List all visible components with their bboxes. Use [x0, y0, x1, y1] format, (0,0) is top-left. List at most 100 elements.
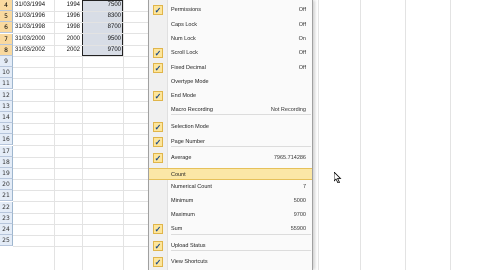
checkmark-icon: ✓ [153, 122, 163, 132]
menu-item[interactable]: ✓ View Shortcuts [149, 256, 312, 268]
checkmark-icon: ✓ [153, 257, 163, 267]
row-header[interactable]: 23 [0, 213, 13, 224]
checkmark-icon: ✓ [153, 63, 163, 73]
value-cell[interactable]: 9700 [84, 45, 121, 56]
row-header[interactable]: 9 [0, 56, 13, 67]
year-cell[interactable]: 1998 [55, 22, 80, 33]
date-cell[interactable]: 31/03/1998 [15, 22, 45, 33]
menu-item-value: 55900 [290, 226, 306, 232]
date-cell[interactable]: 31/03/2002 [15, 45, 45, 56]
menu-item[interactable]: ✓ End Mode [149, 90, 312, 102]
menu-item-value: Off [298, 65, 306, 71]
checkmark-icon: ✓ [153, 241, 163, 251]
row-header[interactable]: 14 [0, 112, 13, 123]
row-header[interactable]: 21 [0, 190, 13, 201]
menu-item-label: Num Lock [171, 36, 196, 42]
row-header[interactable]: 18 [0, 157, 13, 168]
menu-item[interactable]: ✓ Upload Status [149, 240, 312, 252]
row-header[interactable]: 22 [0, 202, 13, 213]
date-cell[interactable]: 31/03/1994 [15, 0, 45, 11]
menu-item[interactable]: Numerical Count 7 [149, 181, 312, 193]
row-header[interactable]: 24 [0, 224, 13, 235]
row-header[interactable]: 10 [0, 67, 13, 78]
menu-item-value: 7965.714286 [273, 155, 306, 161]
menu-item[interactable]: ✓ Selection Mode [149, 121, 312, 133]
menu-item-label: Average [171, 155, 192, 161]
menu-item-label: Fixed Decimal [171, 65, 206, 71]
menu-item-label: Caps Lock [171, 22, 197, 28]
menu-item-label: Overtype Mode [171, 79, 209, 85]
menu-item-label: Maximum [171, 212, 195, 218]
menu-item-label: Sum [171, 226, 183, 232]
menu-item[interactable]: Macro Recording Not Recording [149, 104, 312, 116]
menu-item-label: Upload Status [171, 243, 206, 249]
checkmark-icon: ✓ [153, 224, 163, 234]
menu-item-value: Off [298, 22, 306, 28]
value-cell[interactable]: 9500 [84, 34, 121, 45]
row-header[interactable]: 4 [0, 0, 13, 11]
checkmark-icon: ✓ [153, 5, 163, 15]
menu-item-label: Permissions [171, 7, 201, 13]
row-header[interactable]: 25 [0, 235, 13, 246]
row-header[interactable]: 13 [0, 101, 13, 112]
menu-item[interactable]: ✓ Average 7965.714286 [149, 152, 312, 164]
row-header[interactable]: 17 [0, 146, 13, 157]
year-cell[interactable]: 1996 [55, 11, 80, 22]
row-header[interactable]: 11 [0, 78, 13, 89]
row-header[interactable]: 16 [0, 134, 13, 145]
menu-item-label: View Shortcuts [171, 259, 208, 265]
mouse-cursor-icon [334, 172, 342, 183]
status-bar-customize-menu: ✓ Permissions Off Caps Lock Off Num Lock On ✓ Sc… [148, 0, 342, 270]
menu-item-label: Selection Mode [171, 124, 209, 130]
value-cell[interactable]: 8700 [84, 22, 121, 33]
row-header[interactable]: 6 [0, 22, 13, 33]
menu-item-label: Minimum [171, 198, 194, 204]
row-header[interactable]: 12 [0, 90, 13, 101]
value-cell[interactable]: 7500 [84, 0, 121, 11]
checkmark-icon: ✓ [153, 48, 163, 58]
menu-item-value: 5000 [293, 198, 306, 204]
menu-item-value: 7 [302, 184, 306, 190]
row-header[interactable]: 15 [0, 123, 13, 134]
date-cell[interactable]: 31/03/2000 [15, 34, 45, 45]
menu-item[interactable]: Count [149, 168, 312, 180]
row-header[interactable]: 7 [0, 34, 13, 45]
menu-item[interactable]: Minimum 5000 [149, 195, 312, 207]
year-cell[interactable]: 2002 [55, 45, 80, 56]
date-cell[interactable]: 31/03/1996 [15, 11, 45, 22]
menu-item[interactable]: Caps Lock Off [149, 19, 312, 31]
row-header[interactable]: 8 [0, 45, 13, 56]
menu-item-label: Scroll Lock [171, 50, 198, 56]
row-header[interactable]: 20 [0, 179, 13, 190]
menu-item-value: Not Recording [270, 107, 306, 113]
menu-item[interactable]: ✓ Sum 55900 [149, 223, 312, 235]
column-divider [123, 0, 124, 270]
menu-item[interactable]: Num Lock On [149, 33, 312, 45]
column-divider [405, 0, 406, 270]
menu-item-value: 9700 [293, 212, 306, 218]
menu-item-value: Off [298, 7, 306, 13]
menu-item-label: Macro Recording [171, 107, 213, 113]
year-cell[interactable]: 2000 [55, 34, 80, 45]
menu-item[interactable]: Overtype Mode [149, 76, 312, 88]
menu-item[interactable]: ✓ Scroll Lock Off [149, 47, 312, 59]
checkmark-icon: ✓ [153, 137, 163, 147]
menu-item[interactable]: Maximum 9700 [149, 209, 312, 221]
menu-item-label: Numerical Count [171, 184, 212, 190]
column-divider [318, 0, 319, 270]
menu-item[interactable]: ✓ Permissions Off [149, 4, 312, 16]
menu-item[interactable]: ✓ Fixed Decimal Off [149, 62, 312, 74]
column-divider [360, 0, 361, 270]
year-cell[interactable]: 1994 [55, 0, 80, 11]
checkmark-icon: ✓ [153, 91, 163, 101]
menu-item-label: End Mode [171, 93, 197, 99]
checkmark-icon: ✓ [153, 153, 163, 163]
menu-item-label: Count [171, 172, 186, 178]
menu-item-value: On [298, 36, 306, 42]
row-header[interactable]: 5 [0, 11, 13, 22]
row-header[interactable]: 19 [0, 168, 13, 179]
menu-item-value: Off [298, 50, 306, 56]
value-cell[interactable]: 8300 [84, 11, 121, 22]
column-divider [450, 0, 451, 270]
menu-item[interactable]: ✓ Page Number [149, 136, 312, 148]
